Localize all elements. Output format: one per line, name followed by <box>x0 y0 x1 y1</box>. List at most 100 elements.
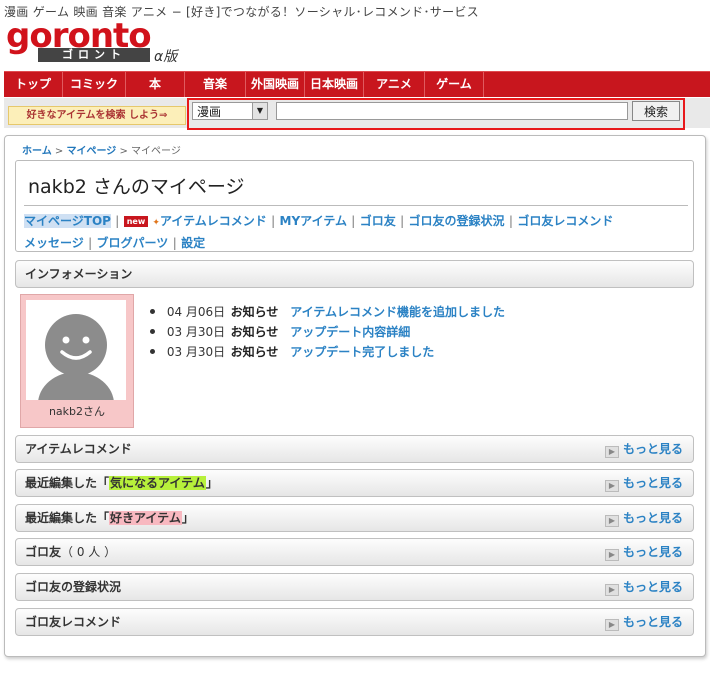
dropdown-arrow-icon: ▼ <box>252 103 267 119</box>
link-item-recommend[interactable]: アイテムレコメンド <box>160 214 267 228</box>
arrow-icon: ▶ <box>604 619 619 631</box>
breadcrumb-home[interactable]: ホーム <box>22 146 52 157</box>
section-title: ゴロ友（ 0 人 ） <box>25 539 116 565</box>
more-link[interactable]: ▶ もっと見る <box>604 470 683 496</box>
nav-item-japanese-movie[interactable]: 日本映画 <box>305 72 364 97</box>
breadcrumb-mypage[interactable]: マイページ <box>66 146 116 157</box>
link-friend-recommend[interactable]: ゴロ友レコメンド <box>517 214 613 228</box>
section-friend-recommend: ゴロ友レコメンド ▶ もっと見る <box>15 608 694 636</box>
arrow-icon: ▶ <box>604 549 619 561</box>
mypage-links: マイページTOP | new ✦アイテムレコメンド | MYアイテム | ゴロ友… <box>24 211 684 253</box>
link-separator: | <box>508 214 514 228</box>
more-label: もっと見る <box>622 615 683 629</box>
page-title: nakb2 さんのマイページ <box>28 176 245 198</box>
list-item: 03 月30日 お知らせ アップデート完了しました <box>150 342 505 362</box>
search-hint-label: 好きなアイテムを検索 しよう⇒ <box>8 106 186 125</box>
more-link[interactable]: ▶ もっと見る <box>604 539 683 565</box>
news-link[interactable]: アップデート内容詳細 <box>290 325 410 339</box>
link-mypage-top[interactable]: マイページTOP <box>24 214 111 228</box>
more-label: もっと見る <box>622 580 683 594</box>
section-friends: ゴロ友（ 0 人 ） ▶ もっと見る <box>15 538 694 566</box>
arrow-icon: ▶ <box>604 584 619 596</box>
sparkle-icon: ✦ <box>152 218 160 228</box>
link-goro-friends[interactable]: ゴロ友 <box>360 214 396 228</box>
nav-item-foreign-movie[interactable]: 外国映画 <box>246 72 305 97</box>
link-my-items[interactable]: MYアイテム <box>280 214 347 228</box>
link-friend-status[interactable]: ゴロ友の登録状況 <box>409 214 505 228</box>
link-separator: | <box>87 236 93 250</box>
link-separator: | <box>270 214 276 228</box>
more-label: もっと見る <box>622 545 683 559</box>
nav-item-top[interactable]: トップ <box>4 72 63 97</box>
section-title: ゴロ友の登録状況 <box>25 580 122 594</box>
more-link[interactable]: ▶ もっと見る <box>604 505 683 531</box>
news-tag: お知らせ <box>230 345 279 359</box>
nav-item-game[interactable]: ゲーム <box>425 72 484 97</box>
news-list: 04 月06日 お知らせ アイテムレコメンド機能を追加しました 03 月30日 … <box>150 302 505 362</box>
section-recent-liked: 最近編集した「好きアイテム」 ▶ もっと見る <box>15 504 694 532</box>
arrow-icon: ▶ <box>604 515 619 527</box>
title-divider <box>24 205 688 206</box>
breadcrumb-separator: > <box>119 146 128 157</box>
news-date: 04 月06日 <box>166 305 226 319</box>
breadcrumb-separator: > <box>54 146 64 157</box>
logo-version: α版 <box>154 49 178 65</box>
breadcrumb-current: マイページ <box>131 146 181 157</box>
profile-card: nakb2さん <box>20 294 134 428</box>
more-link[interactable]: ▶ もっと見る <box>604 609 683 635</box>
section-title-suffix: 」 <box>205 476 218 490</box>
list-item: 04 月06日 お知らせ アイテムレコメンド機能を追加しました <box>150 302 505 322</box>
bullet-icon <box>150 329 155 334</box>
news-tag: お知らせ <box>230 325 279 339</box>
link-separator: | <box>399 214 405 228</box>
arrow-icon: ▶ <box>604 446 619 458</box>
category-select[interactable]: 漫画 ▼ <box>192 102 268 120</box>
section-item-recommend: アイテムレコメンド ▶ もっと見る <box>15 435 694 463</box>
search-button[interactable]: 検索 <box>632 101 680 121</box>
link-separator: | <box>172 236 177 250</box>
more-label: もっと見る <box>622 511 683 525</box>
section-title-text: ゴロ友 <box>25 545 62 559</box>
logo-kana: ゴロント <box>38 48 150 62</box>
search-input[interactable] <box>276 102 628 120</box>
goronto-logo[interactable]: goronto ゴロント α版 <box>6 16 186 66</box>
nav-item-comic[interactable]: コミック <box>63 72 126 97</box>
link-settings[interactable]: 設定 <box>181 236 205 250</box>
main-nav: トップ コミック 本 音楽 外国映画 日本映画 アニメ ゲーム <box>4 71 710 97</box>
arrow-icon: ▶ <box>604 480 619 492</box>
section-title: アイテムレコメンド <box>25 442 132 456</box>
bullet-icon <box>150 309 155 314</box>
avatar[interactable] <box>26 300 126 400</box>
nav-item-book[interactable]: 本 <box>126 72 185 97</box>
news-link[interactable]: アイテムレコメンド機能を追加しました <box>290 305 505 319</box>
more-label: もっと見る <box>622 442 683 456</box>
link-blog-parts[interactable]: ブログパーツ <box>97 236 169 250</box>
section-title: 最近編集した「好きアイテム」 <box>25 505 194 531</box>
new-badge: new <box>123 216 149 227</box>
nav-item-anime[interactable]: アニメ <box>364 72 425 97</box>
section-title: ゴロ友レコメンド <box>25 615 122 629</box>
more-link[interactable]: ▶ もっと見る <box>604 436 683 462</box>
news-link[interactable]: アップデート完了しました <box>290 345 434 359</box>
more-label: もっと見る <box>622 476 683 490</box>
breadcrumb: ホーム > マイページ > マイページ <box>22 142 181 157</box>
nav-item-music[interactable]: 音楽 <box>185 72 246 97</box>
category-select-value: 漫画 <box>197 105 222 119</box>
news-date: 03 月30日 <box>166 345 226 359</box>
bullet-icon <box>150 349 155 354</box>
section-title-suffix: 」 <box>181 511 194 525</box>
link-separator: | <box>115 214 120 228</box>
avatar-username: nakb2さん <box>48 405 106 418</box>
news-tag: お知らせ <box>230 305 279 319</box>
link-messages[interactable]: メッセージ <box>24 236 84 250</box>
friend-count: （ 0 人 ） <box>61 545 117 559</box>
section-title-prefix: 最近編集した「 <box>25 511 110 525</box>
section-recent-interested: 最近編集した「気になるアイテム」 ▶ もっと見る <box>15 469 694 497</box>
list-item: 03 月30日 お知らせ アップデート内容詳細 <box>150 322 505 342</box>
information-title: インフォメーション <box>25 267 133 281</box>
section-title-highlight: 好きアイテム <box>109 511 182 525</box>
section-title-prefix: 最近編集した「 <box>25 476 110 490</box>
more-link[interactable]: ▶ もっと見る <box>604 574 683 600</box>
section-title-highlight: 気になるアイテム <box>109 476 206 490</box>
section-title: 最近編集した「気になるアイテム」 <box>25 470 218 496</box>
